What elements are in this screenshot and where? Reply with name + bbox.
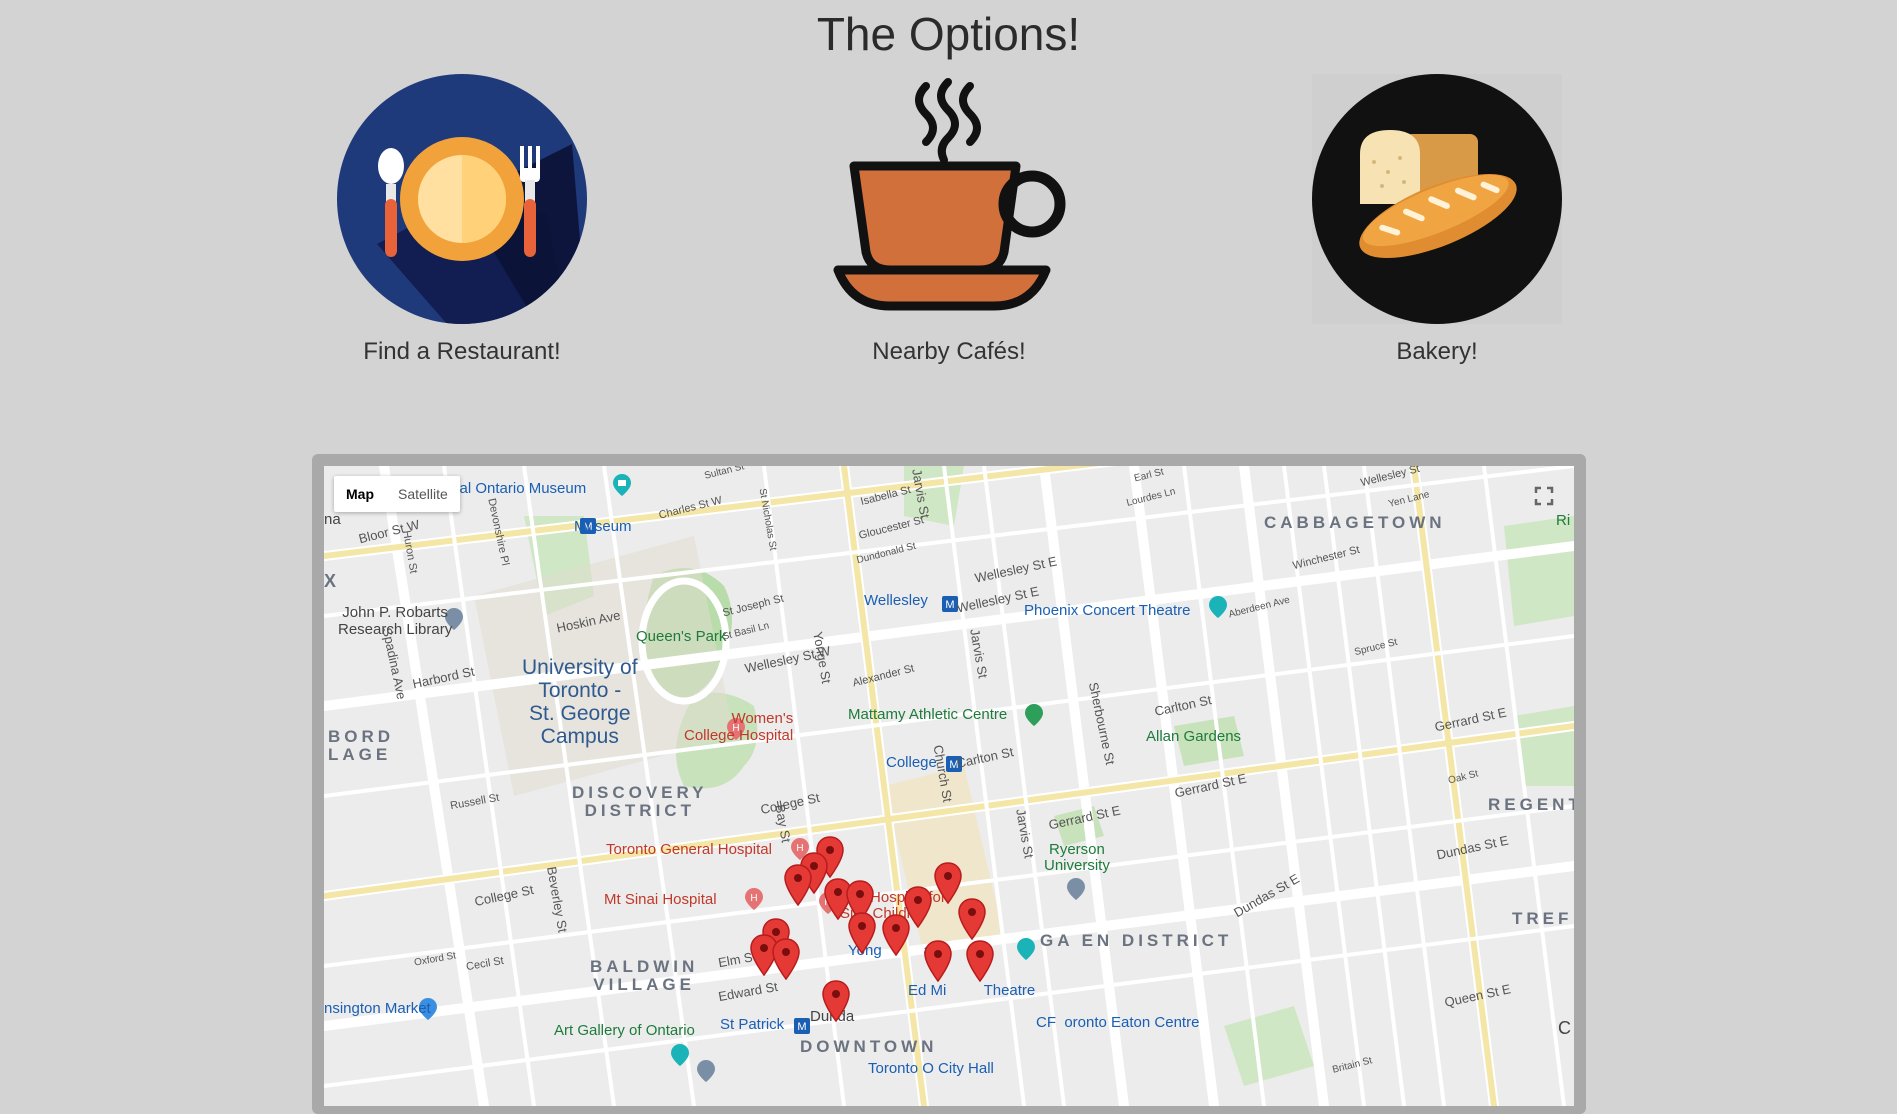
location-marker-icon[interactable]: [784, 864, 812, 906]
campus-label[interactable]: University of Toronto - St. George Campu…: [522, 656, 638, 748]
mall-label[interactable]: CF oronto Eaton Centre: [1036, 1014, 1199, 1031]
venue-label[interactable]: Phoenix Concert Theatre: [1024, 602, 1191, 619]
svg-text:M: M: [945, 599, 954, 611]
location-marker-icon[interactable]: [822, 980, 850, 1022]
theatre-label[interactable]: Ed Mi Theatre: [908, 982, 1035, 999]
location-marker-icon[interactable]: [882, 914, 910, 956]
location-marker-icon[interactable]: [924, 940, 952, 982]
location-marker-icon[interactable]: [958, 898, 986, 940]
hospital-icon[interactable]: H: [744, 888, 764, 910]
fullscreen-icon: [1534, 486, 1554, 506]
hospital-label[interactable]: Women's College Hospital: [684, 710, 793, 744]
option-label[interactable]: Nearby Cafés!: [824, 338, 1074, 366]
place-icon[interactable]: [696, 1060, 716, 1082]
map[interactable]: na X yal Ontario Museum Museum John P. R…: [324, 466, 1574, 1106]
bread-icon[interactable]: [1312, 74, 1562, 324]
venue-label[interactable]: Mattamy Athletic Centre: [848, 706, 1007, 723]
district-label: CABBAGETOWN: [1264, 513, 1446, 532]
museum-icon[interactable]: [612, 474, 632, 496]
option-label[interactable]: Bakery!: [1312, 338, 1562, 366]
music-venue-icon[interactable]: [1208, 596, 1228, 618]
square-icon[interactable]: [1016, 938, 1036, 960]
station-label[interactable]: Museum: [574, 518, 632, 535]
fullscreen-button[interactable]: [1524, 476, 1564, 516]
stadium-icon[interactable]: [1024, 704, 1044, 726]
map-type-map-button[interactable]: Map: [334, 476, 386, 512]
page-title: The Options!: [816, 8, 1081, 60]
plate-with-cutlery-icon[interactable]: [337, 74, 587, 324]
subway-icon[interactable]: M: [794, 1018, 810, 1034]
location-marker-icon[interactable]: [772, 938, 800, 980]
hospital-label[interactable]: Toronto General Hospital: [606, 841, 772, 858]
district-label: DISCOVERY DISTRICT: [572, 783, 708, 820]
market-label[interactable]: nsington Market: [324, 1000, 431, 1017]
station-label[interactable]: Wellesley: [864, 592, 928, 609]
svg-text:M: M: [797, 1021, 806, 1033]
option-label[interactable]: Find a Restaurant!: [337, 338, 587, 366]
gallery-label[interactable]: Art Gallery of Ontario: [554, 1022, 695, 1039]
map-type-satellite-button[interactable]: Satellite: [386, 476, 460, 512]
park-label[interactable]: Allan Gardens: [1146, 728, 1241, 745]
university-icon[interactable]: [1066, 878, 1086, 900]
hospital-label[interactable]: Mt Sinai Hospital: [604, 891, 717, 908]
district-label: TREF: [1512, 909, 1573, 928]
map-label: X: [324, 571, 337, 591]
district-label: DOWNTOWN: [800, 1037, 938, 1056]
district-label: GA EN DISTRICT: [1040, 931, 1233, 950]
district-label: REGENT: [1488, 795, 1574, 814]
coffee-cup-icon[interactable]: [824, 74, 1074, 324]
university-label[interactable]: Ryerson University: [1044, 842, 1110, 874]
district-label: BORD LAGE: [328, 727, 395, 764]
station-label[interactable]: College: [886, 754, 937, 771]
station-label[interactable]: St Patrick: [720, 1016, 784, 1033]
district-label: BALDWIN VILLAGE: [590, 957, 699, 994]
option-cafe[interactable]: Nearby Cafés!: [824, 74, 1074, 366]
map-label: C: [1558, 1018, 1571, 1038]
park-label[interactable]: Queen's Park: [636, 628, 726, 645]
svg-text:H: H: [750, 893, 757, 904]
option-restaurant[interactable]: Find a Restaurant!: [337, 74, 587, 366]
option-bakery[interactable]: Bakery!: [1312, 74, 1562, 366]
cityhall-label[interactable]: Toronto O City Hall: [868, 1060, 994, 1077]
gallery-icon[interactable]: [670, 1044, 690, 1066]
map-type-control: Map Satellite: [334, 476, 460, 512]
location-marker-icon[interactable]: [966, 940, 994, 982]
museum-label[interactable]: yal Ontario Museum: [452, 480, 586, 497]
location-marker-icon[interactable]: [848, 912, 876, 954]
map-frame: na X yal Ontario Museum Museum John P. R…: [312, 454, 1586, 1114]
map-label: na: [324, 511, 341, 528]
